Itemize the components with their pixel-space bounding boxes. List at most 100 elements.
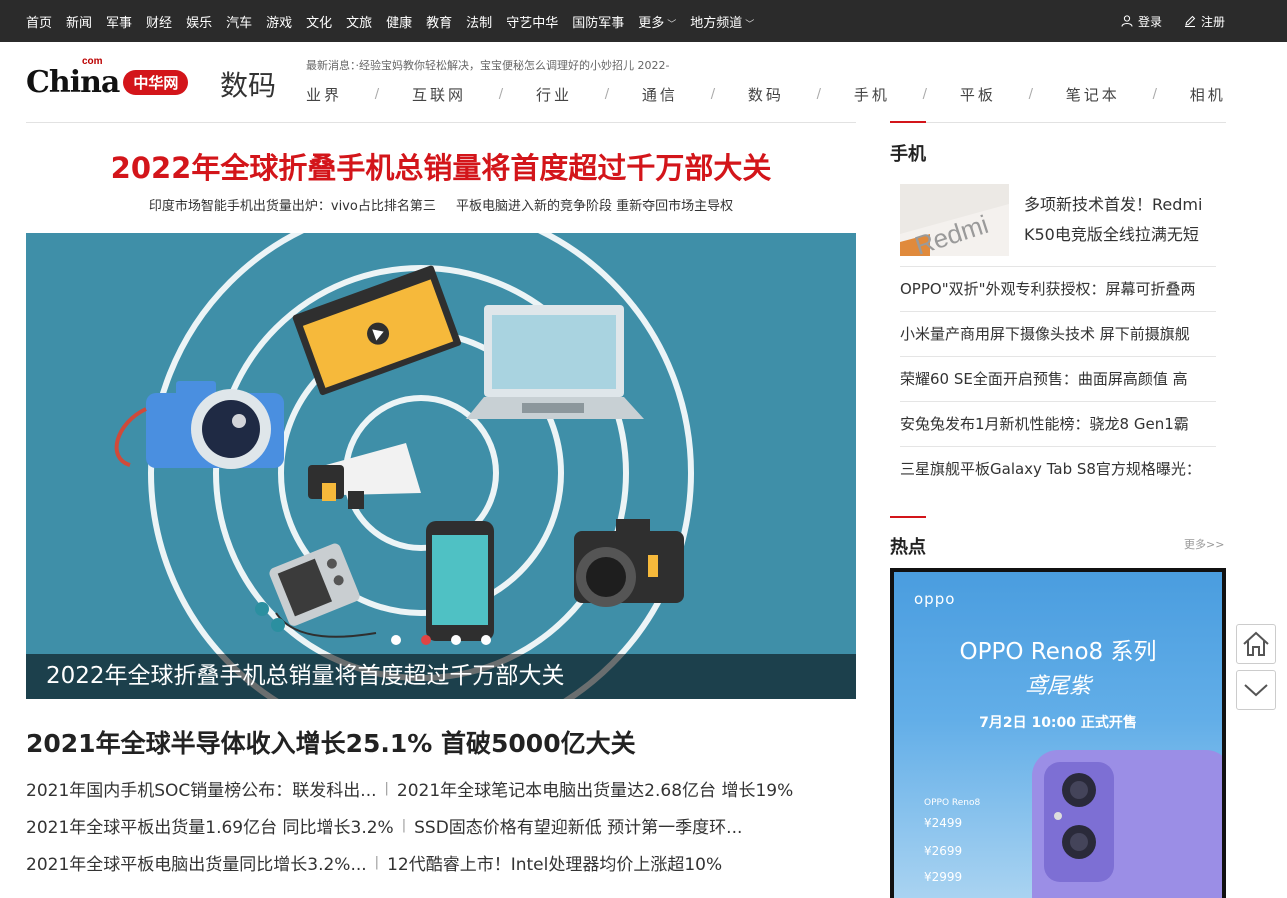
nav-item-entertainment[interactable]: 娱乐 [186, 12, 212, 31]
nav-item-home[interactable]: 首页 [26, 12, 52, 31]
scroll-down-button[interactable] [1236, 670, 1276, 710]
story-link[interactable]: 12代酷睿上市！Intel处理器均价上涨超10% [387, 850, 722, 875]
chevron-down-icon: ﹀ [745, 19, 755, 30]
top-navigation-bar: 首页 新闻 军事 财经 娱乐 汽车 游戏 文化 文旅 健康 教育 法制 守艺中华… [0, 0, 1287, 42]
nav-item-law[interactable]: 法制 [466, 12, 492, 31]
section-accent [890, 516, 926, 518]
ad-title: OPPO Reno8 系列 [959, 639, 1157, 665]
category-digital[interactable]: 数码 [748, 84, 784, 105]
image-slider[interactable]: 2022年全球折叠手机总销量将首度超过千万部大关 [26, 233, 856, 699]
separator: / [922, 87, 928, 102]
lead-story-title[interactable]: 2021年全球半导体收入增长25.1% 首破5000亿大关 [26, 724, 636, 760]
category-telecom[interactable]: 通信 [642, 84, 678, 105]
separator: | [401, 818, 407, 833]
ad-banner: oppo OPPO Reno8 系列 鸢尾紫 7月2日 10:00 正式开售 O… [894, 572, 1222, 898]
nav-more-dropdown[interactable]: 更多 ﹀ [638, 12, 676, 31]
slider-dots [391, 635, 511, 645]
featured-thumbnail[interactable]: Redmi [900, 184, 1009, 256]
news-item[interactable]: 小米量产商用屏下摄像头技术 屏下前摄旗舰 [900, 312, 1216, 357]
category-tablet[interactable]: 平板 [960, 84, 996, 105]
section-accent [890, 121, 926, 123]
category-sector[interactable]: 行业 [536, 84, 572, 105]
sub-headline-link[interactable]: 平板电脑进入新的竞争阶段 重新夺回市场主导权 [456, 199, 733, 214]
oppo-reno8-ad[interactable]: oppo OPPO Reno8 系列 鸢尾紫 7月2日 10:00 正式开售 O… [890, 568, 1226, 898]
separator: | [374, 855, 380, 870]
news-item[interactable]: 安兔兔发布1月新机性能榜：骁龙8 Gen1霸 [900, 402, 1216, 447]
featured-story-link[interactable]: 多项新技术首发！Redmi K50电竞版全线拉满无短 [1024, 190, 1216, 250]
redmi-thumbnail-image: Redmi [900, 184, 1009, 256]
featured-phone-story: Redmi 多项新技术首发！Redmi K50电竞版全线拉满无短 [900, 184, 1216, 267]
category-laptop[interactable]: 笔记本 [1066, 84, 1120, 105]
slider-dot[interactable] [481, 635, 491, 645]
separator: / [604, 87, 610, 102]
separator: / [374, 87, 380, 102]
story-link[interactable]: 2021年全球平板电脑出货量同比增长3.2%... [26, 850, 367, 875]
logo-badge: 中华网 [123, 69, 189, 95]
category-industry[interactable]: 业界 [306, 84, 342, 105]
nav-item-heritage[interactable]: 守艺中华 [506, 12, 558, 31]
site-logo[interactable]: China com 中华网 [26, 56, 189, 102]
slider-dot-active[interactable] [421, 635, 431, 645]
ad-model: OPPO Reno8 [924, 798, 981, 808]
register-label: 注册 [1200, 14, 1225, 29]
nav-item-games[interactable]: 游戏 [266, 12, 292, 31]
separator: | [384, 781, 389, 796]
nav-item-military[interactable]: 军事 [106, 12, 132, 31]
logo-com: com [82, 56, 103, 67]
slide-illustration [114, 233, 694, 699]
story-row: 2021年国内手机SOC销量榜公布：联发科出... | 2021年全球笔记本电脑… [26, 770, 856, 807]
nav-item-auto[interactable]: 汽车 [226, 12, 252, 31]
ad-price: ¥2999 [924, 870, 963, 884]
ad-phone-image [1032, 750, 1222, 898]
ad-price: ¥2499 [924, 816, 963, 830]
news-item[interactable]: OPPO"双折"外观专利获授权：屏幕可折叠两 [900, 267, 1216, 312]
phone-news-list: OPPO"双折"外观专利获授权：屏幕可折叠两 小米量产商用屏下摄像头技术 屏下前… [900, 267, 1216, 492]
login-link[interactable]: 登录 [1121, 13, 1162, 30]
sub-headlines: 印度市场智能手机出货量出炉：vivo占比排名第三 平板电脑进入新的竞争阶段 重新… [26, 195, 856, 214]
story-list: 2021年国内手机SOC销量榜公布：联发科出... | 2021年全球笔记本电脑… [26, 770, 856, 881]
channel-title: 数码 [220, 69, 277, 102]
top-nav-links: 首页 新闻 军事 财经 娱乐 汽车 游戏 文化 文旅 健康 教育 法制 守艺中华… [26, 0, 768, 42]
news-item[interactable]: 三星旗舰平板Galaxy Tab S8官方规格曝光： [900, 447, 1216, 492]
separator: / [1028, 87, 1033, 102]
story-link[interactable]: 2021年全球笔记本电脑出货量达2.68亿台 增长19% [397, 776, 793, 801]
home-icon [1243, 631, 1269, 656]
category-nav: 业界 / 互联网 / 行业 / 通信 / 数码 / 手机 / 平板 / 笔记本 / 相机 [306, 84, 1226, 105]
story-row: 2021年全球平板出货量1.69亿台 同比增长3.2% | SSD固态价格有望迎… [26, 807, 856, 844]
story-link[interactable]: 2021年国内手机SOC销量榜公布：联发科出... [26, 776, 377, 801]
logo-wordmark: China [26, 64, 120, 100]
slider-caption[interactable]: 2022年全球折叠手机总销量将首度超过千万部大关 [26, 654, 856, 699]
nav-item-education[interactable]: 教育 [426, 12, 452, 31]
nav-more-label: 更多 [638, 15, 665, 31]
account-links: 登录 注册 [1099, 0, 1225, 42]
nav-item-travel[interactable]: 文旅 [346, 12, 372, 31]
story-link[interactable]: 2021年全球平板出货量1.69亿台 同比增长3.2% [26, 813, 394, 838]
story-link[interactable]: SSD固态价格有望迎新低 预计第一季度环... [414, 813, 742, 838]
category-internet[interactable]: 互联网 [412, 84, 466, 105]
slider-dot[interactable] [391, 635, 401, 645]
home-button[interactable] [1236, 624, 1276, 664]
top-headline[interactable]: 2022年全球折叠手机总销量将首度超过千万部大关 [26, 145, 856, 187]
separator: / [498, 87, 504, 102]
separator: / [710, 87, 716, 102]
news-item[interactable]: 荣耀60 SE全面开启预售：曲面屏高颜值 高 [900, 357, 1216, 402]
ad-color-name: 鸢尾紫 [1024, 674, 1091, 699]
slider-dot[interactable] [451, 635, 461, 645]
news-ticker[interactable]: 最新消息：·经验宝妈教你轻松解决，宝宝便秘怎么调理好的小妙招儿 2022- [306, 57, 669, 73]
category-phone[interactable]: 手机 [854, 84, 890, 105]
nav-item-news[interactable]: 新闻 [66, 12, 92, 31]
sub-headline-link[interactable]: 印度市场智能手机出货量出炉：vivo占比排名第三 [149, 199, 436, 214]
divider [26, 122, 856, 123]
user-icon [1121, 15, 1133, 27]
ad-date: 7月2日 10:00 正式开售 [979, 715, 1137, 731]
separator: / [816, 87, 822, 102]
nav-item-defense[interactable]: 国防军事 [572, 12, 624, 31]
register-link[interactable]: 注册 [1184, 13, 1225, 30]
nav-item-finance[interactable]: 财经 [146, 12, 172, 31]
nav-item-health[interactable]: 健康 [386, 12, 412, 31]
nav-item-culture[interactable]: 文化 [306, 12, 332, 31]
more-link[interactable]: 更多>> [1184, 536, 1224, 552]
chevron-down-icon [1244, 684, 1268, 697]
nav-local-dropdown[interactable]: 地方频道 ﹀ [690, 12, 754, 31]
category-camera[interactable]: 相机 [1190, 84, 1226, 105]
